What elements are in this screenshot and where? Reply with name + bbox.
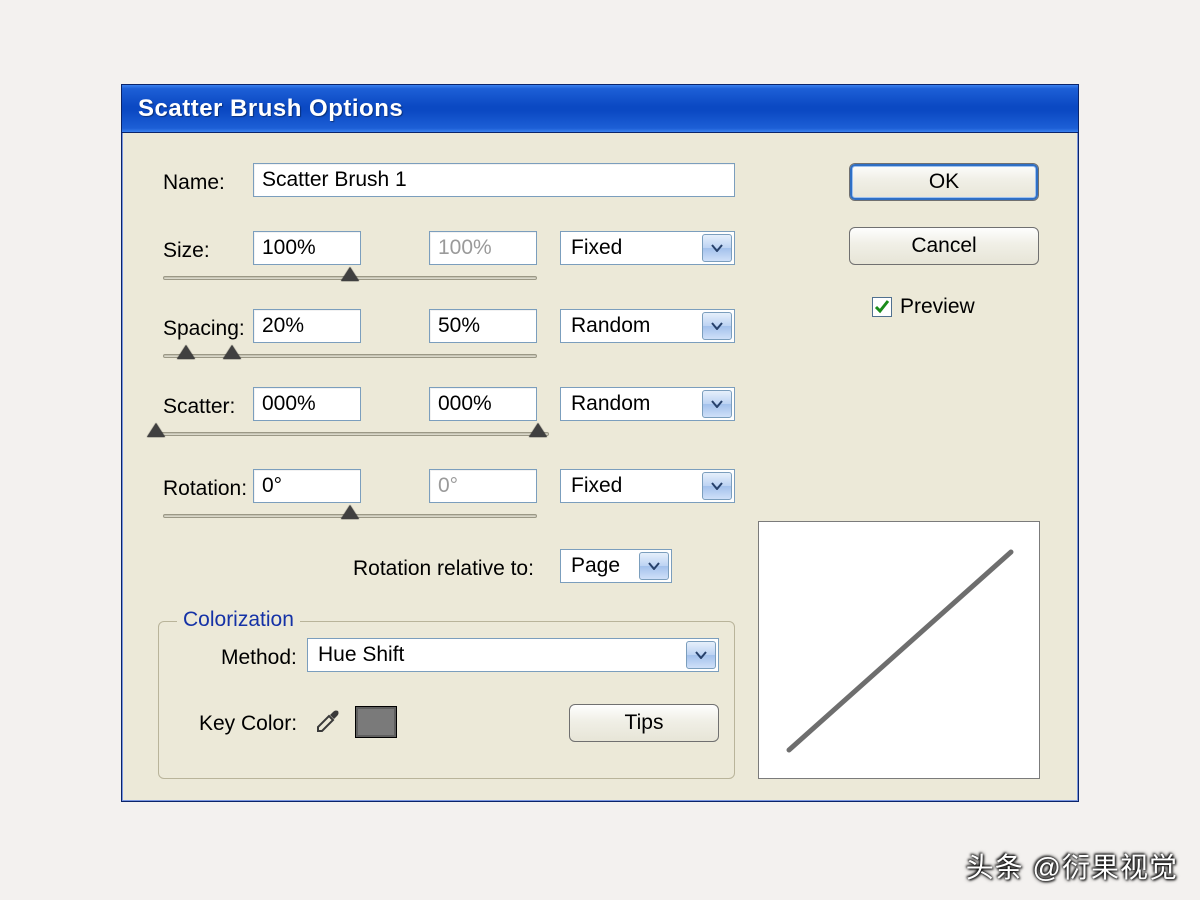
name-label: Name: [163,171,225,195]
size-mode-value: Fixed [571,236,622,259]
dropdown-arrow-icon[interactable] [702,234,732,262]
slider-handle-max[interactable] [529,423,547,437]
key-color-swatch[interactable] [355,706,397,738]
slider-handle[interactable] [341,267,359,281]
scatter-value-b[interactable] [429,387,537,421]
key-color-label: Key Color: [199,712,297,736]
rotation-slider[interactable] [163,507,537,525]
slider-track [151,432,549,436]
dropdown-arrow-icon[interactable] [686,641,716,669]
brush-preview-panel [758,521,1040,779]
scatter-value-a[interactable] [253,387,361,421]
spacing-label: Spacing: [163,317,245,341]
rotation-relative-dropdown[interactable]: Page [560,549,672,583]
colorization-groupbox: Colorization Method: Hue Shift Key Color… [158,621,735,779]
cancel-button[interactable]: Cancel [849,227,1039,265]
rotation-mode-dropdown[interactable]: Fixed [560,469,735,503]
dropdown-arrow-icon[interactable] [702,472,732,500]
rotation-value-a[interactable] [253,469,361,503]
spacing-value-b[interactable] [429,309,537,343]
rotation-mode-value: Fixed [571,474,622,497]
titlebar[interactable]: Scatter Brush Options [122,85,1078,133]
rotation-relative-value: Page [571,554,620,577]
method-label: Method: [221,646,297,670]
rotation-value-b [429,469,537,503]
size-slider[interactable] [163,269,537,287]
size-value-a[interactable] [253,231,361,265]
slider-handle-min[interactable] [147,423,165,437]
watermark-text: 头条 @衍果视觉 [966,846,1178,886]
dropdown-arrow-icon[interactable] [702,390,732,418]
ok-button[interactable]: OK [849,163,1039,201]
preview-checkbox[interactable]: Preview [872,295,975,319]
window-title: Scatter Brush Options [138,95,403,123]
eyedropper-icon[interactable] [315,708,343,736]
spacing-mode-value: Random [571,314,650,337]
slider-track [163,354,537,358]
rotation-relative-label: Rotation relative to: [353,557,534,581]
name-input[interactable] [253,163,735,197]
colorization-legend: Colorization [177,608,300,632]
brush-preview-stroke [759,522,1041,780]
dropdown-arrow-icon[interactable] [639,552,669,580]
dropdown-arrow-icon[interactable] [702,312,732,340]
slider-handle-max[interactable] [223,345,241,359]
scatter-slider[interactable] [151,425,549,443]
scatter-mode-value: Random [571,392,650,415]
slider-handle-min[interactable] [177,345,195,359]
slider-handle[interactable] [341,505,359,519]
spacing-value-a[interactable] [253,309,361,343]
method-value: Hue Shift [318,643,404,666]
scatter-label: Scatter: [163,395,235,419]
scatter-mode-dropdown[interactable]: Random [560,387,735,421]
checkbox-box [872,297,892,317]
size-value-b [429,231,537,265]
size-mode-dropdown[interactable]: Fixed [560,231,735,265]
tips-button[interactable]: Tips [569,704,719,742]
dialog-client-area: Name: Size: Fixed Spacing: Random [122,133,1078,801]
preview-label: Preview [900,295,975,319]
rotation-label: Rotation: [163,477,247,501]
method-dropdown[interactable]: Hue Shift [307,638,719,672]
dialog-window: Scatter Brush Options Name: Size: Fixed … [121,84,1079,802]
size-label: Size: [163,239,210,263]
spacing-slider[interactable] [163,347,537,365]
spacing-mode-dropdown[interactable]: Random [560,309,735,343]
